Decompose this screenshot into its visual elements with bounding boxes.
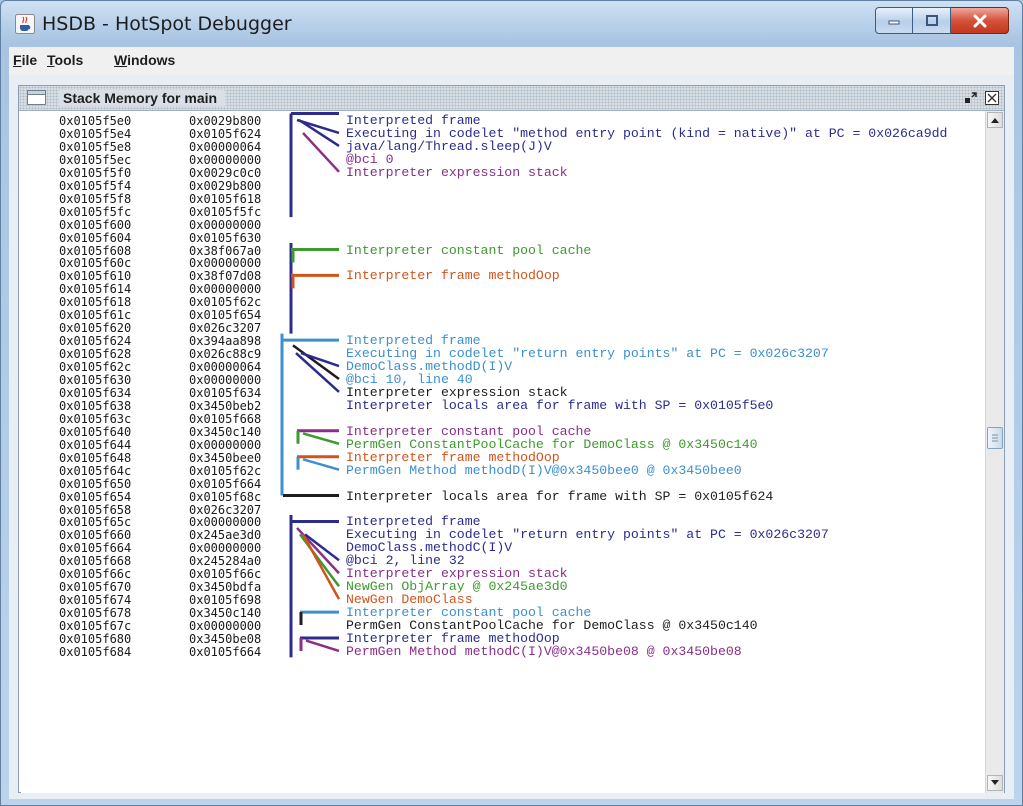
frame-annotation: Interpreter constant pool cache xyxy=(346,423,592,439)
menu-bar: File Tools Windows xyxy=(9,47,1014,76)
stack-memory-content[interactable]: 0x0105f5e0 0x0029b800 0x0105f5e4 0x0105f624… xyxy=(21,111,985,793)
title-bar[interactable]: HSDB - HotSpot Debugger xyxy=(1,1,1022,45)
maximize-icon xyxy=(925,14,938,26)
connector-line xyxy=(298,118,340,147)
connector-line xyxy=(302,458,340,471)
frame-annotation: Executing in codelet "return entry point… xyxy=(346,346,829,362)
frame-annotation: Interpreted frame xyxy=(346,333,481,349)
panel-close-icon[interactable] xyxy=(984,90,1000,106)
frame-annotation: Interpreter frame methodOop xyxy=(346,631,560,646)
window-title: HSDB - HotSpot Debugger xyxy=(42,13,292,35)
frame-annotation: java/lang/Thread.sleep(J)V xyxy=(346,138,552,154)
connector-line xyxy=(292,344,340,381)
scroll-thumb[interactable] xyxy=(987,427,1003,449)
connector-line xyxy=(302,132,340,173)
frame-annotation: Interpreter expression stack xyxy=(346,384,568,400)
menu-tools[interactable]: Tools xyxy=(47,52,83,68)
desktop-pane: Stack Memory for main 0x0105f5e0 0x0029b8… xyxy=(9,75,1014,799)
frame-annotation: Interpreter constant pool cache xyxy=(346,605,592,621)
panel-title: Stack Memory for main xyxy=(59,90,226,106)
frame-annotation: Interpreter locals area for frame with S… xyxy=(346,397,774,413)
scroll-down-button[interactable] xyxy=(987,775,1003,791)
frame-annotation: NewGen ObjArray @ 0x245ae3d0 xyxy=(346,579,568,595)
frame-annotation: NewGen DemoClass xyxy=(346,592,473,608)
frame-annotation: DemoClass.methodD(I)V xyxy=(346,359,513,375)
frame-annotation: DemoClass.methodC(I)V xyxy=(346,540,513,556)
java-cup-icon xyxy=(15,14,35,34)
frame-annotation: Interpreted frame xyxy=(346,113,481,128)
connector-line xyxy=(305,639,340,653)
close-button[interactable] xyxy=(951,7,1009,34)
menu-windows[interactable]: Windows xyxy=(114,52,175,68)
arrow-up-icon xyxy=(991,118,999,123)
scroll-up-button[interactable] xyxy=(987,112,1003,128)
arrow-down-icon xyxy=(991,780,999,785)
menu-file[interactable]: File xyxy=(13,52,37,68)
frame-annotation: Executing in codelet "method entry point… xyxy=(346,125,948,141)
stack-memory-panel: Stack Memory for main 0x0105f5e0 0x0029b8… xyxy=(18,85,1005,793)
connector-line xyxy=(302,432,340,445)
minimize-button[interactable] xyxy=(875,7,913,34)
frame-icon xyxy=(27,90,46,105)
vertical-scrollbar[interactable] xyxy=(985,111,1004,793)
frame-annotation: Interpreter frame methodOop xyxy=(346,449,560,465)
frame-annotation: PermGen ConstantPoolCache for DemoClass … xyxy=(346,618,758,634)
frame-annotation: PermGen Method methodC(I)V@0x3450be08 @ … xyxy=(346,643,742,659)
frame-annotation: Interpreter frame methodOop xyxy=(346,268,560,284)
frame-annotation: @bci 2, line 32 xyxy=(346,553,465,569)
frame-annotation: Interpreter expression stack xyxy=(346,566,568,582)
frame-annotation: PermGen ConstantPoolCache for DemoClass … xyxy=(346,436,758,452)
frame-annotation: PermGen Method methodD(I)V@0x3450bee0 @ … xyxy=(346,462,742,478)
panel-title-bar[interactable]: Stack Memory for main xyxy=(19,86,1004,111)
grip-icon xyxy=(992,434,998,442)
frame-annotation: @bci 10, line 40 xyxy=(346,372,473,387)
minimize-icon xyxy=(888,20,900,24)
restore-icon[interactable] xyxy=(963,90,979,106)
frame-annotation: Interpreter locals area for frame with S… xyxy=(346,488,774,504)
frame-annotation: @bci 0 xyxy=(346,151,394,167)
frame-annotation: Executing in codelet "return entry point… xyxy=(346,527,829,543)
maximize-button[interactable] xyxy=(913,7,951,34)
hsdb-window: HSDB - HotSpot Debugger File Tools Windo… xyxy=(0,0,1023,806)
frame-annotation: Interpreter expression stack xyxy=(346,164,568,180)
frame-annotation: Interpreted frame xyxy=(346,514,481,530)
frame-annotation: Interpreter constant pool cache xyxy=(346,242,592,258)
connector-line xyxy=(299,533,340,587)
close-icon xyxy=(973,14,986,27)
